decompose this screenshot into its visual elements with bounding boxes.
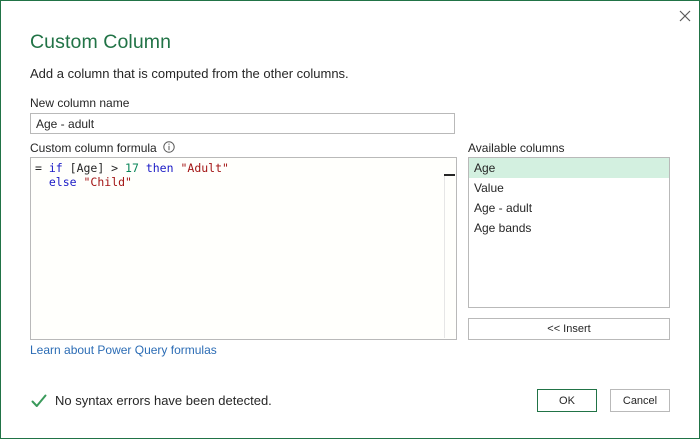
formula-space	[139, 161, 146, 175]
scrollbar-track[interactable]	[444, 176, 455, 338]
formula-indent	[35, 175, 49, 189]
info-icon[interactable]	[163, 141, 175, 153]
insert-button[interactable]: << Insert	[468, 318, 670, 340]
ok-button[interactable]: OK	[537, 389, 597, 412]
formula-code[interactable]: = if [Age] > 17 then "Adult" else "Child…	[35, 161, 229, 189]
cancel-button[interactable]: Cancel	[610, 389, 670, 412]
available-columns-label: Available columns	[468, 141, 565, 155]
formula-column-ref: [Age] >	[62, 161, 126, 175]
new-column-name-input[interactable]	[30, 113, 455, 134]
close-icon	[679, 10, 691, 22]
learn-power-query-link[interactable]: Learn about Power Query formulas	[30, 343, 217, 357]
formula-equals: =	[35, 161, 49, 175]
keyword-else: else	[48, 175, 77, 189]
status-message: No syntax errors have been detected.	[55, 393, 272, 408]
syntax-status: No syntax errors have been detected.	[31, 393, 272, 408]
dialog-subtitle: Add a column that is computed from the o…	[30, 66, 349, 81]
checkmark-icon	[31, 394, 47, 407]
formula-scrollbar[interactable]	[442, 160, 456, 339]
string-adult: "Adult"	[180, 161, 229, 175]
custom-column-dialog: Custom Column Add a column that is compu…	[0, 0, 700, 439]
formula-number: 17	[125, 161, 139, 175]
formula-space	[77, 175, 84, 189]
dialog-title: Custom Column	[30, 31, 172, 53]
keyword-then: then	[145, 161, 174, 175]
close-button[interactable]	[674, 5, 696, 27]
available-column-item[interactable]: Age bands	[469, 218, 669, 238]
formula-line-2: else "Child"	[35, 175, 132, 189]
formula-line-1: = if [Age] > 17 then "Adult"	[35, 161, 229, 175]
string-child: "Child"	[83, 175, 132, 189]
custom-formula-label: Custom column formula	[30, 141, 157, 155]
available-column-item[interactable]: Value	[469, 178, 669, 198]
available-column-item[interactable]: Age	[469, 158, 669, 178]
available-columns-list[interactable]: Age Value Age - adult Age bands	[468, 157, 670, 308]
new-column-name-label: New column name	[30, 96, 130, 110]
formula-editor[interactable]: = if [Age] > 17 then "Adult" else "Child…	[30, 157, 457, 340]
available-column-item[interactable]: Age - adult	[469, 198, 669, 218]
keyword-if: if	[48, 161, 63, 175]
